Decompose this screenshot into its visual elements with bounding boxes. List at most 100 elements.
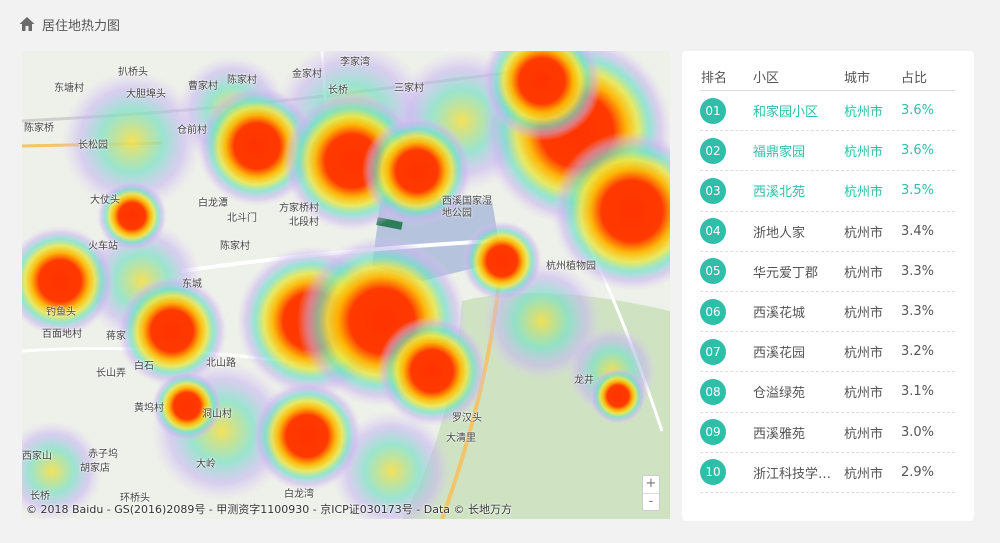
ranking-table-header: 排名 小区 城市 占比: [700, 63, 955, 91]
page-header: 居住地热力图: [18, 13, 120, 35]
ranking-table-body: 01 和家园小区 杭州市 3.6% 02 福鼎家园 杭州市 3.6% 03 西溪…: [700, 91, 955, 493]
community-name[interactable]: 福鼎家园: [753, 141, 844, 160]
header-ratio: 占比: [901, 71, 928, 86]
zoom-in-button[interactable]: +: [643, 476, 659, 493]
map-place-label: 北山路: [206, 358, 236, 369]
map-place-label: 大胆埠头: [126, 89, 166, 100]
community-name[interactable]: 西溪雅苑: [753, 423, 844, 442]
city-name: 杭州市: [844, 306, 884, 322]
community-name[interactable]: 西溪北苑: [753, 181, 844, 200]
rank-badge: 04: [700, 218, 726, 245]
rank-badge: 07: [700, 338, 726, 365]
table-row: 07 西溪花园 杭州市 3.2%: [700, 332, 955, 373]
ranking-panel: 排名 小区 城市 占比 01 和家园小区 杭州市 3.6% 02 福鼎家园 杭州…: [682, 51, 974, 521]
map-place-label: 西家山: [22, 451, 52, 462]
ratio-value: 3.4%: [901, 223, 935, 239]
ratio-value: 2.9%: [901, 464, 935, 480]
community-name[interactable]: 华元爱丁郡: [753, 262, 844, 281]
map-place-label: 长山弄: [96, 368, 126, 379]
map-place-label: 白龙湾: [284, 489, 314, 500]
header-name: 小区: [753, 71, 780, 86]
map-place-label: 陈家村: [220, 241, 250, 252]
map-place-label: 陈家村: [227, 75, 257, 86]
table-row: 03 西溪北苑 杭州市 3.5%: [700, 171, 955, 212]
map-place-label: 东城: [182, 279, 202, 290]
community-name[interactable]: 仓溢绿苑: [753, 382, 844, 401]
map-place-label: 北斗门: [227, 213, 257, 224]
ratio-value: 3.6%: [901, 103, 935, 119]
header-rank: 排名: [701, 71, 728, 86]
map-place-label: 金家村: [292, 69, 322, 80]
map-place-label: 火车站: [88, 241, 118, 252]
table-row: 05 华元爱丁郡 杭州市 3.3%: [700, 252, 955, 292]
map-place-label: 曹家村: [188, 81, 218, 92]
ratio-value: 3.6%: [901, 143, 935, 159]
ratio-value: 3.0%: [901, 424, 935, 440]
map-place-label: 长松园: [78, 140, 108, 151]
ratio-value: 3.5%: [901, 183, 935, 199]
home-icon[interactable]: [18, 15, 36, 33]
community-name[interactable]: 西溪花城: [753, 302, 844, 321]
map-place-label: 罗汉头: [452, 413, 482, 424]
table-row: 10 浙江科技学院... 杭州市 2.9%: [700, 453, 955, 493]
community-name[interactable]: 浙江科技学院...: [753, 463, 844, 482]
heat-map[interactable]: 扒桥头 金家村 李家湾 东塘村 大胆埠头 曹家村 陈家村 长桥 三家村 陈家桥 …: [22, 51, 670, 519]
map-place-label: 白龙潭: [198, 198, 228, 209]
map-place-label: 钓鱼头: [46, 307, 76, 318]
ratio-value: 3.3%: [901, 263, 935, 279]
community-name[interactable]: 浙地人家: [753, 222, 844, 241]
rank-badge: 09: [700, 419, 726, 446]
map-place-label: 东塘村: [54, 83, 84, 94]
map-place-label: 方家桥村: [279, 203, 319, 214]
header-city: 城市: [844, 71, 871, 86]
city-name: 杭州市: [844, 105, 884, 121]
table-row: 08 仓溢绿苑 杭州市 3.1%: [700, 372, 955, 413]
city-name: 杭州市: [844, 145, 884, 161]
map-place-label: 扒桥头: [118, 67, 148, 78]
map-place-label: 胡家店: [80, 463, 110, 474]
table-row: 04 浙地人家 杭州市 3.4%: [700, 212, 955, 252]
map-place-label: 李家湾: [340, 57, 370, 68]
ratio-value: 3.2%: [901, 344, 935, 360]
table-row: 02 福鼎家园 杭州市 3.6%: [700, 131, 955, 172]
city-name: 杭州市: [844, 466, 884, 482]
map-base: [22, 51, 670, 519]
city-name: 杭州市: [844, 265, 884, 281]
rank-badge: 08: [700, 378, 726, 405]
ratio-value: 3.3%: [901, 304, 935, 320]
table-row: 09 西溪雅苑 杭州市 3.0%: [700, 413, 955, 453]
community-name[interactable]: 和家园小区: [753, 101, 844, 120]
table-row: 06 西溪花城 杭州市 3.3%: [700, 292, 955, 333]
map-place-label: 洞山村: [202, 409, 232, 420]
map-place-label: 三家村: [394, 83, 424, 94]
ratio-value: 3.1%: [901, 384, 935, 400]
city-name: 杭州市: [844, 346, 884, 362]
map-place-label: 大仗头: [90, 195, 120, 206]
map-place-label: 大岭: [196, 459, 216, 470]
rank-badge: 02: [700, 137, 726, 164]
map-place-label: 杭州植物园: [546, 261, 596, 272]
city-name: 杭州市: [844, 426, 884, 442]
community-name[interactable]: 西溪花园: [753, 342, 844, 361]
map-place-label: 西溪国家湿地公园: [442, 196, 492, 219]
rank-badge: 10: [700, 459, 726, 486]
map-place-label: 赤子坞: [88, 449, 118, 460]
map-place-label: 黄坞村: [134, 403, 164, 414]
map-place-label: 龙井: [574, 375, 594, 386]
map-place-label: 白石: [134, 361, 154, 372]
map-place-label: 大清里: [446, 433, 476, 444]
city-name: 杭州市: [844, 386, 884, 402]
map-place-label: 长桥: [328, 85, 348, 96]
rank-badge: 01: [700, 97, 726, 124]
map-place-label: 仓前村: [177, 125, 207, 136]
map-place-label: 蒋家: [106, 331, 126, 342]
rank-badge: 05: [700, 258, 726, 285]
map-copyright: © 2018 Baidu - GS(2016)2089号 - 甲测资字11009…: [26, 503, 513, 516]
map-place-label: 百面地村: [42, 329, 82, 340]
map-place-label: 陈家桥: [24, 123, 54, 134]
rank-badge: 06: [700, 298, 726, 325]
table-row: 01 和家园小区 杭州市 3.6%: [700, 91, 955, 132]
city-name: 杭州市: [844, 185, 884, 201]
map-place-label: 北段村: [289, 217, 319, 228]
page-title: 居住地热力图: [42, 18, 121, 34]
